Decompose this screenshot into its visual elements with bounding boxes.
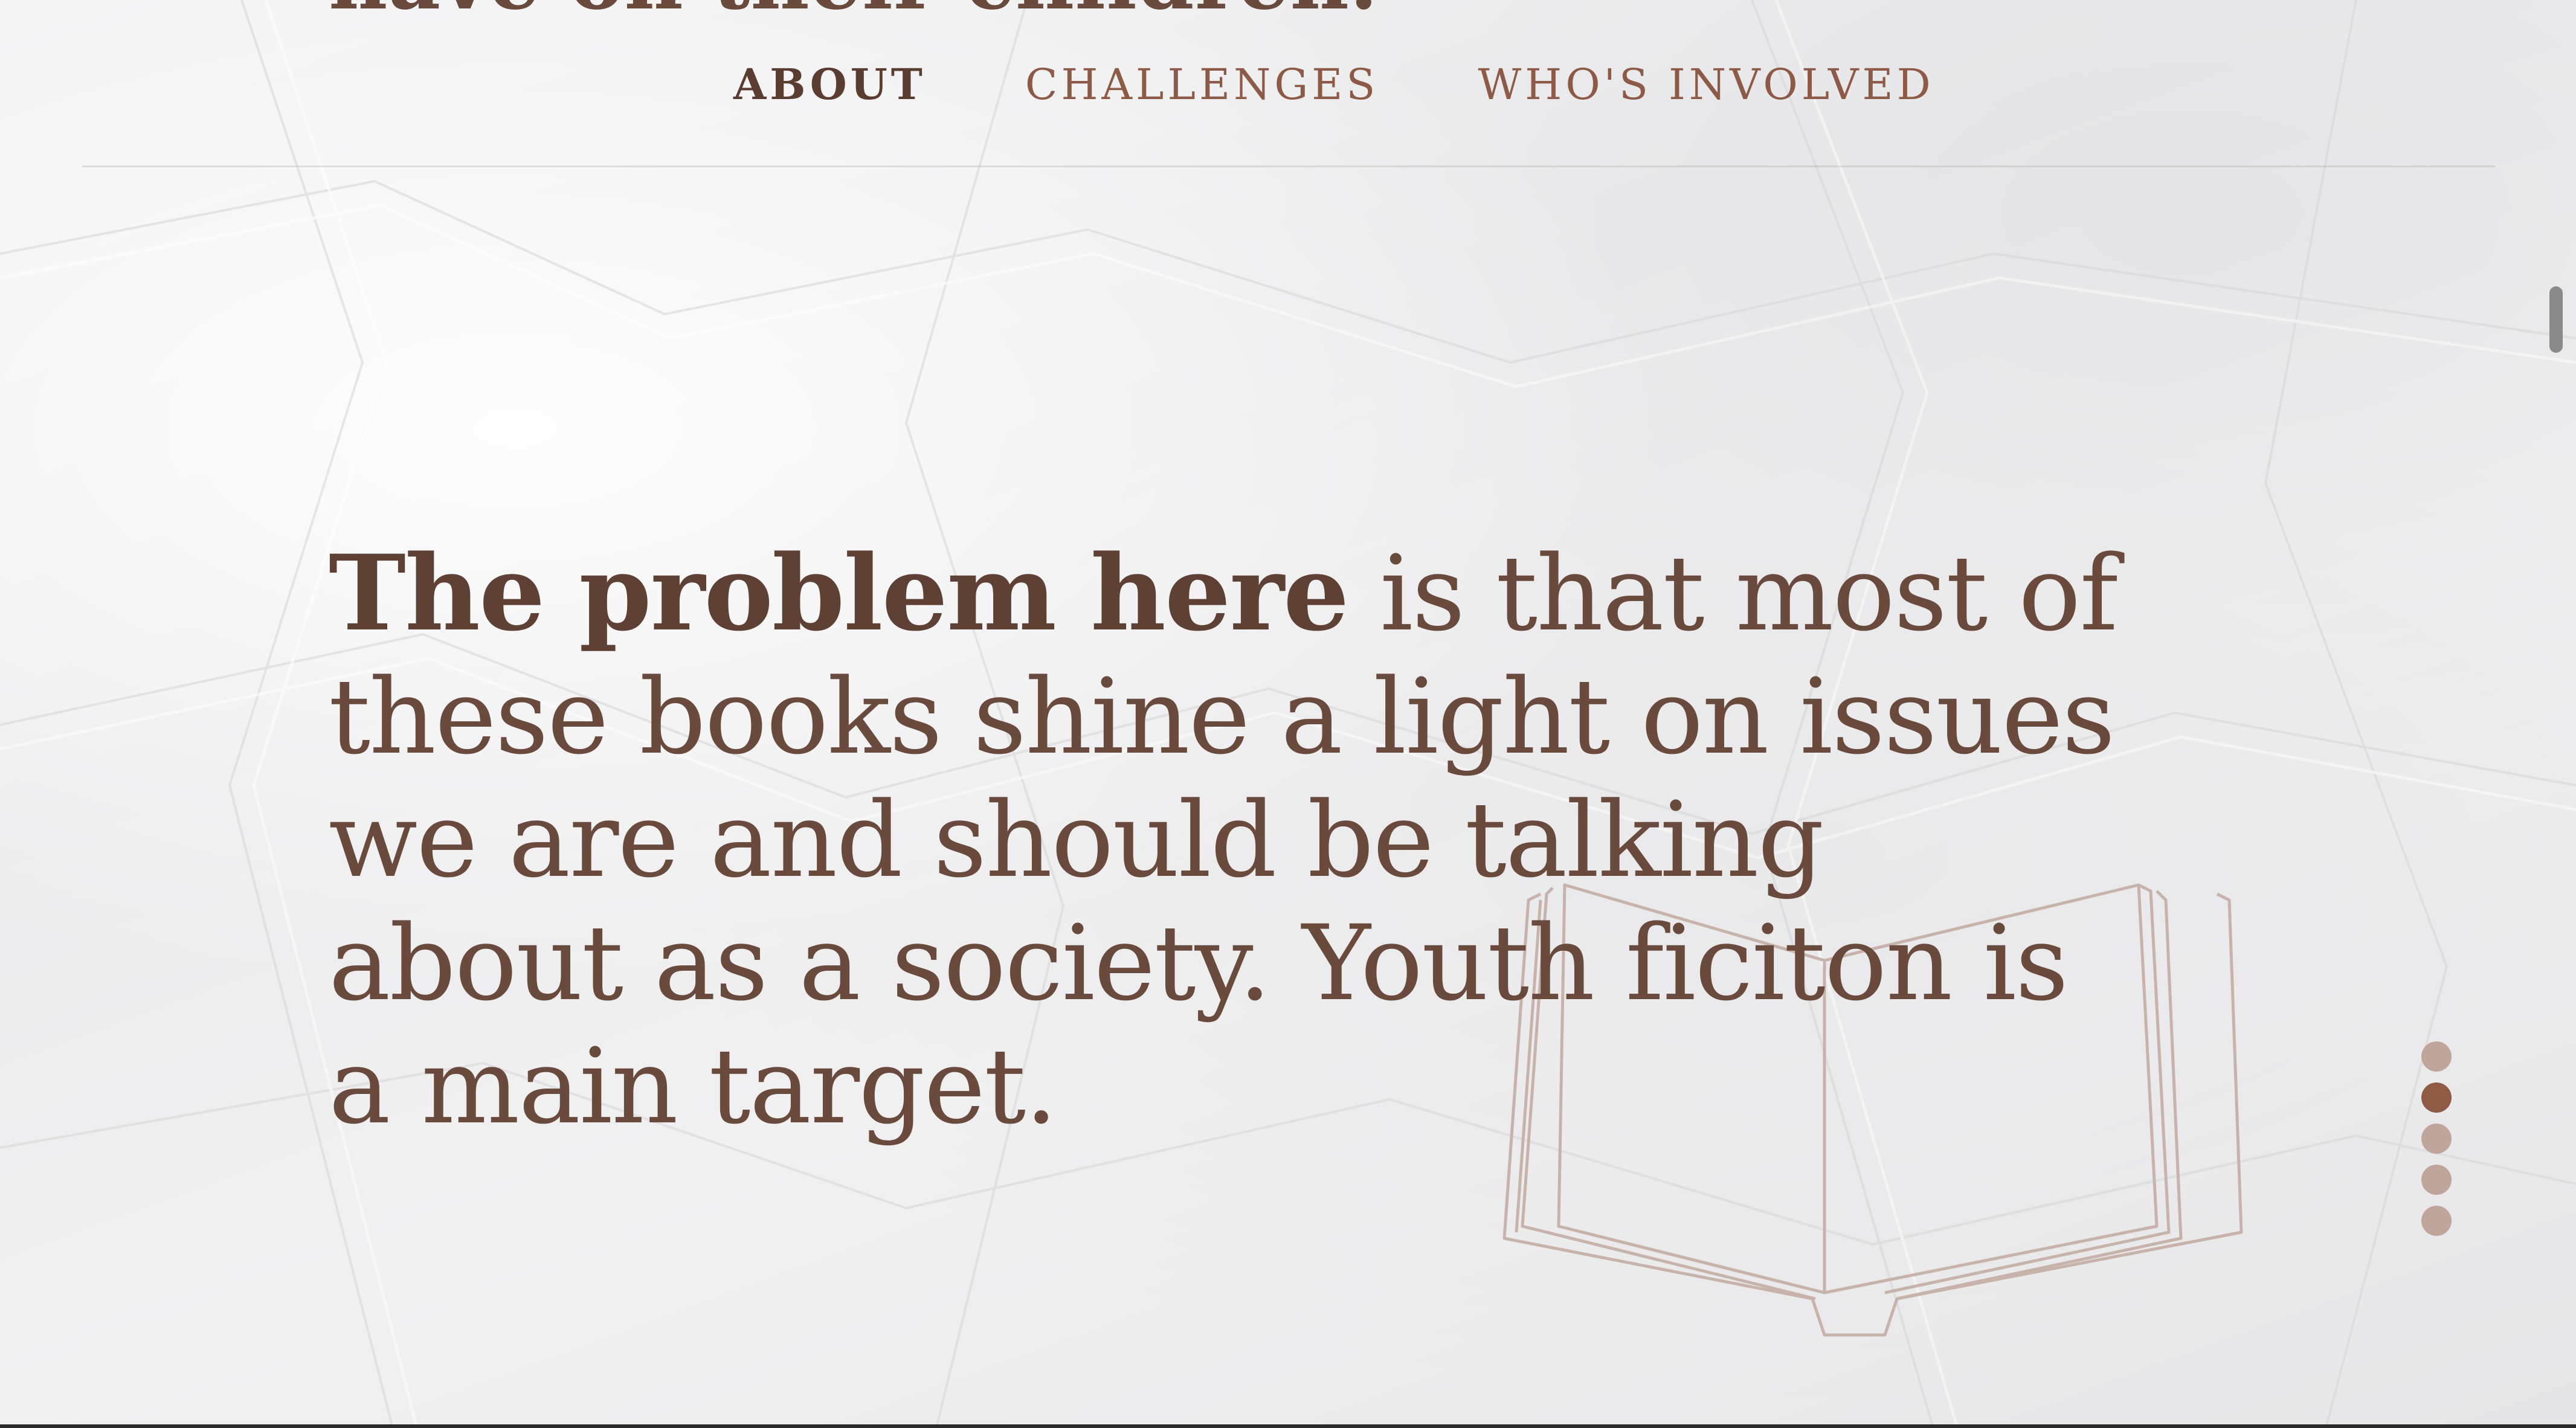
section-dot-3[interactable]	[2421, 1124, 2452, 1154]
section-dot-1[interactable]	[2421, 1041, 2452, 1072]
previous-section-heading: have on their children.	[329, 0, 1379, 28]
section-dot-2[interactable]	[2421, 1082, 2452, 1113]
nav-whos-involved[interactable]: WHO'S INVOLVED	[1478, 54, 1934, 115]
section-nav: ABOUT CHALLENGES WHO'S INVOLVED	[733, 54, 1934, 115]
window-bottom-edge	[0, 1424, 2576, 1428]
section-dots	[2421, 1041, 2452, 1236]
nav-about[interactable]: ABOUT	[733, 54, 926, 115]
section-dot-5[interactable]	[2421, 1206, 2452, 1236]
nav-divider	[82, 166, 2495, 167]
section-dot-4[interactable]	[2421, 1165, 2452, 1195]
problem-lead: The problem here	[329, 532, 1349, 654]
scrollbar-thumb[interactable]	[2549, 286, 2563, 353]
nav-challenges[interactable]: CHALLENGES	[1025, 54, 1379, 115]
problem-statement: The problem here is that most of these b…	[329, 532, 2141, 1148]
